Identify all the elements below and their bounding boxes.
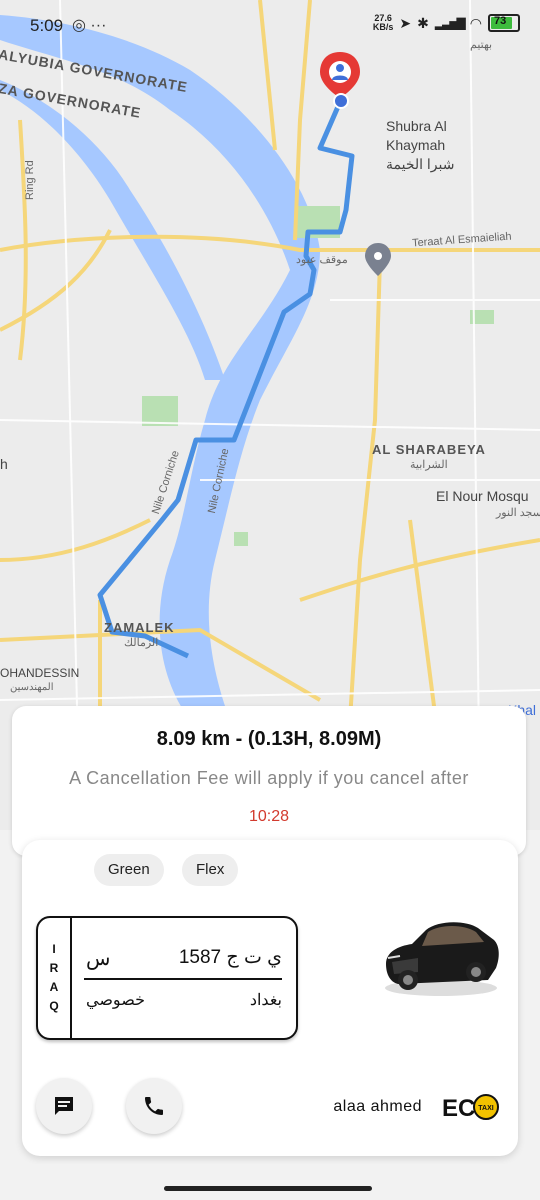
plate-type: خصوصي <box>86 992 145 1009</box>
plate-country-letter: R <box>49 961 59 975</box>
phone-icon <box>145 1097 163 1115</box>
signal-icon: ▂▃▅▇ <box>434 16 466 30</box>
trip-summary: 8.09 km - (0.13H, 8.09M) <box>156 728 382 750</box>
battery-level: 73 <box>494 15 507 27</box>
network-speed-unit: KB/s <box>372 22 394 32</box>
map-label-shubra-en-2: Khaymah <box>386 137 446 153</box>
chat-icon <box>55 1097 73 1115</box>
map-label-aboud: موقف عبود <box>296 254 348 266</box>
map-label-shubra-ar: شبرا الخيمة <box>386 156 455 172</box>
home-handle[interactable] <box>164 1186 372 1191</box>
eco-taxi-logo: ECO TAXI <box>442 1094 499 1122</box>
map-label-nour-ar: مسجد النور <box>496 507 540 519</box>
map-label-mohandessin-ar: المهندسين <box>10 682 54 693</box>
cancellation-note: A Cancellation Fee will apply if you can… <box>69 768 469 788</box>
trip-info-card: 8.09 km - (0.13H, 8.09M) A Cancellation … <box>12 706 526 856</box>
map-label-ring-rd: Ring Rd <box>24 160 36 200</box>
car-image <box>385 922 499 996</box>
ride-details-card: Green Flex I R A Q ي ت ج 1587 س بغداد خص… <box>22 840 518 1156</box>
map-label-zamalek-ar: الزمالك <box>124 637 159 649</box>
chip-green: Green <box>94 854 164 886</box>
network-speed: 27.6 KB/s <box>373 14 394 32</box>
gesture-nav-bar <box>0 1164 540 1200</box>
battery-icon: 73 <box>488 14 520 32</box>
map-label-shubra-en-1: Shubra Al <box>386 118 447 134</box>
chat-button[interactable] <box>36 1078 92 1134</box>
chip-flex: Flex <box>182 854 239 886</box>
status-bar: 5:09 ◎ ··· 27.6 KB/s ➤ ✱ ▂▃▅▇ ◠ 73 <box>0 0 540 56</box>
cancellation-countdown: 10:28 <box>248 808 290 825</box>
map-label-left-h: h <box>0 456 8 472</box>
plate-number: ي ت ج 1587 <box>178 947 282 968</box>
map-label-sharabeya-ar: الشرابية <box>410 459 448 471</box>
bluetooth-icon: ✱ <box>417 14 429 31</box>
plate-city: بغداد <box>249 992 282 1009</box>
notification-icons: ◎ ··· <box>72 17 107 34</box>
plate-country: I R A Q <box>38 918 72 1038</box>
call-button[interactable] <box>126 1078 182 1134</box>
license-plate: I R A Q ي ت ج 1587 س بغداد خصوصي <box>36 916 298 1040</box>
status-time: 5:09 <box>30 16 64 35</box>
plate-letter: س <box>86 948 111 970</box>
map-label-zamalek-en: ZAMALEK <box>104 620 175 635</box>
map-label-nour-en: El Nour Mosqu <box>436 488 529 504</box>
wifi-icon: ◠ <box>469 14 482 31</box>
map-label-mohandessin-en: OHANDESSIN <box>0 666 80 680</box>
driver-name: alaa ahmed <box>333 1098 422 1115</box>
plate-country-letter: A <box>49 980 59 994</box>
plate-country-letter: Q <box>49 999 59 1013</box>
map-label-sharabeya-en: AL SHARABEYA <box>372 442 486 457</box>
brand-sub-text: TAXI <box>478 1105 493 1112</box>
location-icon: ➤ <box>399 14 412 31</box>
plate-country-letter: I <box>52 942 56 956</box>
